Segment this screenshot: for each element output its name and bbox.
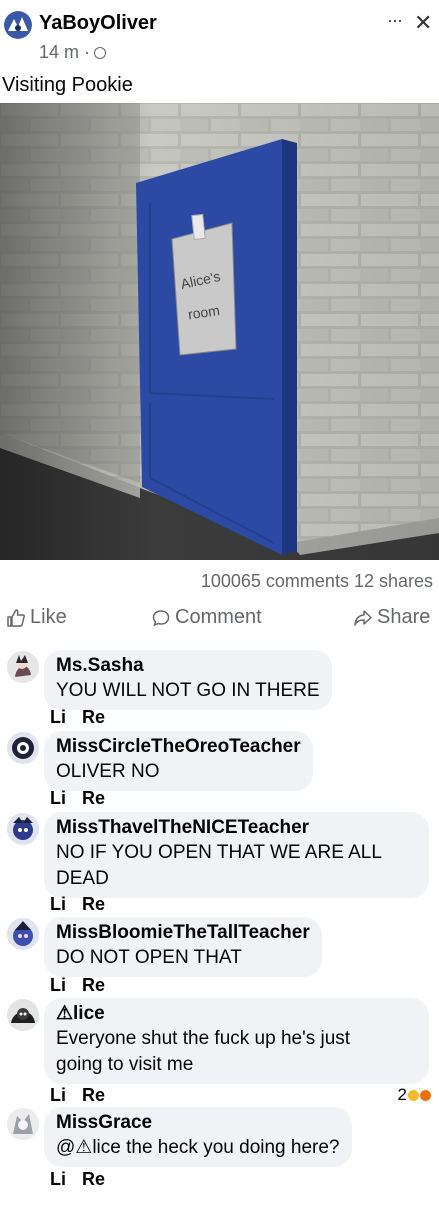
wow-reaction-icon	[408, 1089, 419, 1101]
comment-bubble-icon	[152, 609, 170, 626]
reaction-count: 2	[397, 1085, 407, 1104]
comment-like-button[interactable]: Li	[50, 975, 66, 995]
angry-reaction-icon	[420, 1089, 431, 1101]
comment-bubble[interactable]: MissThavelTheNICETeacher NO IF YOU OPEN …	[44, 812, 429, 898]
comment-actions: Li Re	[50, 894, 121, 915]
comment-reply-button[interactable]: Re	[82, 975, 105, 995]
comment-reply-button[interactable]: Re	[82, 1169, 105, 1189]
comment-button[interactable]: Comment	[151, 606, 262, 629]
post-time-label: 14 m ·	[39, 42, 91, 62]
author-name[interactable]: YaBoyOliver	[39, 12, 157, 35]
comment-like-button[interactable]: Li	[50, 788, 66, 808]
comment-like-button[interactable]: Li	[50, 894, 66, 914]
comment-reply-button[interactable]: Re	[82, 894, 105, 914]
like-label: Like	[30, 606, 67, 628]
post-actions: Like Comment Share	[0, 606, 439, 636]
close-icon[interactable]: ✕	[414, 10, 432, 36]
post-image[interactable]: Alice's room	[0, 103, 439, 560]
globe-icon	[94, 47, 107, 60]
commenter-name[interactable]: MissThavelTheNICETeacher	[56, 816, 417, 840]
comment-label: Comment	[175, 606, 262, 628]
share-button[interactable]: Share	[353, 606, 430, 629]
comment-text: DO NOT OPEN THAT	[56, 947, 242, 968]
comment-bubble[interactable]: ⚠lice Everyone shut the fuck up he's jus…	[44, 998, 429, 1084]
comment-text-line-2: going to visit me	[56, 1054, 194, 1075]
comment-reply-button[interactable]: Re	[82, 788, 105, 808]
commenter-avatar[interactable]	[7, 651, 39, 683]
commenter-name[interactable]: MissCircleTheOreoTeacher	[56, 735, 301, 759]
comment-reply-button[interactable]: Re	[82, 707, 105, 727]
comment-actions: Li Re	[50, 975, 121, 996]
author-avatar[interactable]	[4, 11, 32, 39]
commenter-avatar[interactable]	[7, 732, 39, 764]
comment-bubble[interactable]: Ms.Sasha YOU WILL NOT GO IN THERE	[44, 650, 332, 710]
comment-bubble[interactable]: MissBloomieTheTallTeacher DO NOT OPEN TH…	[44, 917, 322, 977]
comment-actions: Li Re	[50, 788, 121, 809]
comment-reply-button[interactable]: Re	[82, 1085, 105, 1105]
commenter-name[interactable]: MissBloomieTheTallTeacher	[56, 921, 310, 945]
post-caption: Visiting Pookie	[2, 74, 133, 96]
commenter-avatar[interactable]	[7, 813, 39, 845]
comment-text: NO IF YOU OPEN THAT WE ARE ALL	[56, 842, 382, 863]
comment-reactions[interactable]: 2	[398, 1085, 431, 1105]
commenter-name[interactable]: ⚠lice	[56, 1002, 417, 1026]
comment-actions: Li Re	[50, 1085, 121, 1106]
comment-actions: Li Re	[50, 1169, 121, 1190]
comment-text: OLIVER NO	[56, 761, 160, 782]
like-button[interactable]: Like	[6, 606, 67, 629]
comment-bubble[interactable]: MissGrace @⚠lice the heck you doing here…	[44, 1107, 352, 1167]
comment-text: YOU WILL NOT GO IN THERE	[56, 680, 320, 701]
post-header: YaBoyOliver 14 m · ··· ✕ Visiting Pookie	[0, 0, 439, 96]
comment-like-button[interactable]: Li	[50, 1169, 66, 1189]
more-options-icon[interactable]: ···	[387, 10, 403, 31]
post-time[interactable]: 14 m ·	[39, 42, 107, 63]
comment-bubble[interactable]: MissCircleTheOreoTeacher OLIVER NO	[44, 731, 313, 791]
comment-text: Everyone shut the fuck up he's just	[56, 1028, 351, 1049]
commenter-name[interactable]: Ms.Sasha	[56, 654, 320, 678]
commenter-name[interactable]: MissGrace	[56, 1111, 340, 1135]
comment-actions: Li Re	[50, 707, 121, 728]
share-arrow-icon	[354, 609, 372, 626]
post-stats[interactable]: 100065 comments 12 shares	[201, 571, 433, 592]
thumbs-up-icon	[7, 608, 25, 627]
share-label: Share	[377, 606, 431, 628]
comment-text-line-2: DEAD	[56, 868, 109, 889]
comment-like-button[interactable]: Li	[50, 707, 66, 727]
commenter-avatar[interactable]	[7, 999, 39, 1031]
comment-text: @⚠lice the heck you doing here?	[56, 1137, 340, 1158]
commenter-avatar[interactable]	[7, 1108, 39, 1140]
comment-like-button[interactable]: Li	[50, 1085, 66, 1105]
commenter-avatar[interactable]	[7, 918, 39, 950]
